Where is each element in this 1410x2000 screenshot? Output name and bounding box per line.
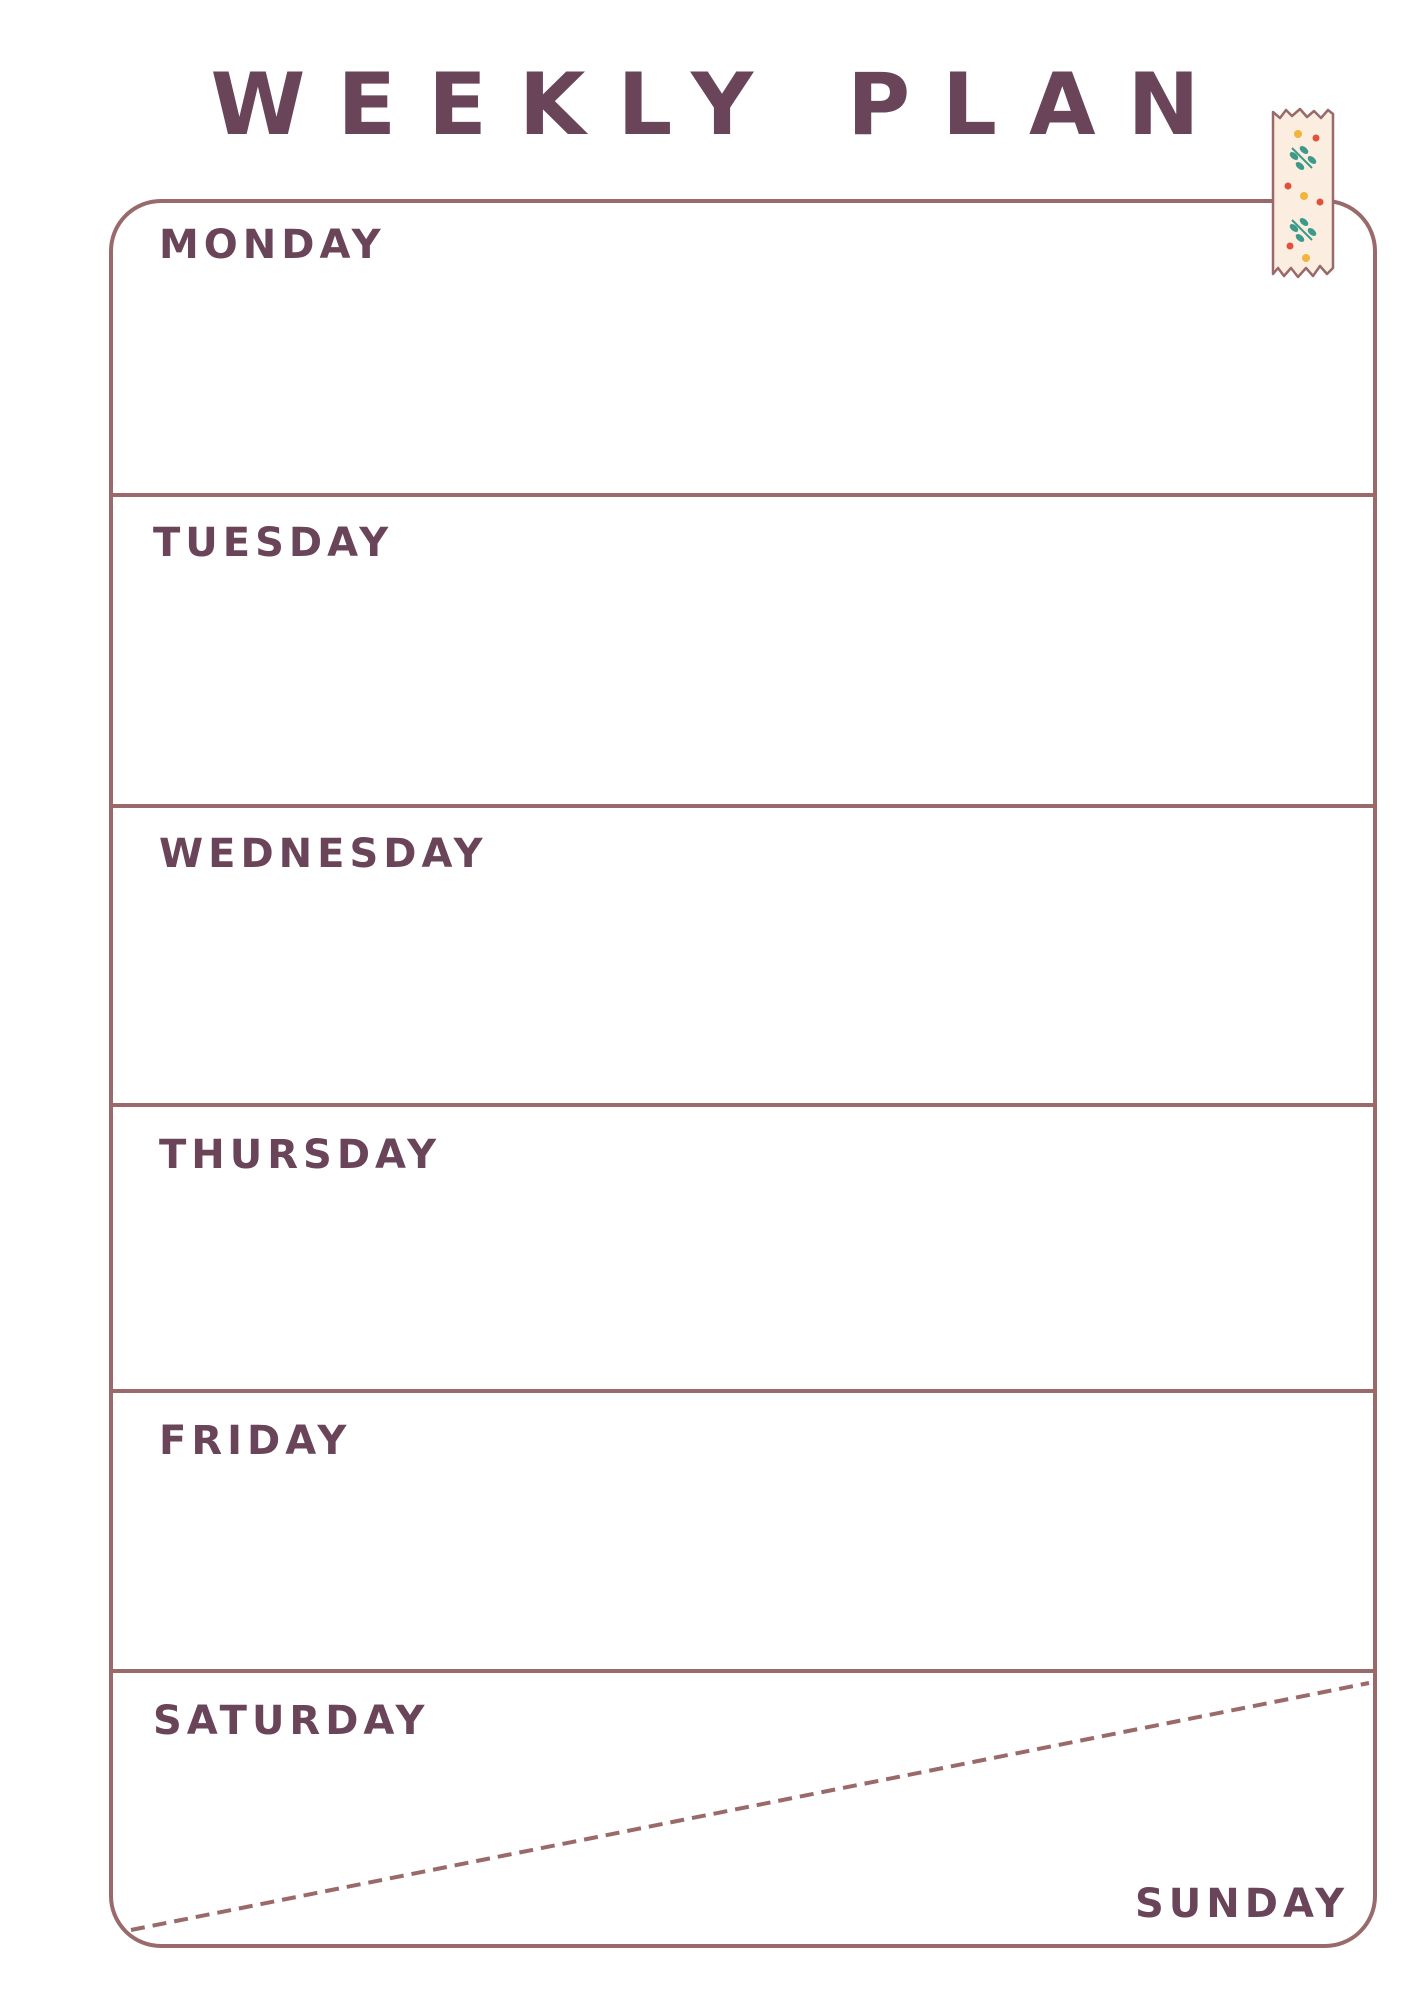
day-row-friday[interactable]: FRIDAY: [113, 1393, 1373, 1673]
day-row-thursday[interactable]: THURSDAY: [113, 1107, 1373, 1393]
weekly-planner-grid: MONDAY TUESDAY WEDNESDAY THURSDAY FRIDAY…: [109, 199, 1377, 1948]
day-row-monday[interactable]: MONDAY: [113, 203, 1373, 497]
day-label-wednesday: WEDNESDAY: [159, 831, 488, 877]
day-label-tuesday: TUESDAY: [153, 520, 394, 566]
day-row-weekend[interactable]: SATURDAY SUNDAY: [113, 1673, 1373, 1944]
day-label-thursday: THURSDAY: [159, 1132, 442, 1178]
day-label-monday: MONDAY: [159, 222, 386, 268]
day-label-friday: FRIDAY: [159, 1418, 352, 1464]
page-title: WEEKLY PLAN: [210, 55, 1232, 155]
day-row-tuesday[interactable]: TUESDAY: [113, 497, 1373, 808]
washi-tape-icon: [1271, 107, 1335, 279]
day-label-saturday: SATURDAY: [153, 1698, 430, 1744]
day-label-sunday: SUNDAY: [1135, 1881, 1350, 1927]
day-row-wednesday[interactable]: WEDNESDAY: [113, 808, 1373, 1107]
